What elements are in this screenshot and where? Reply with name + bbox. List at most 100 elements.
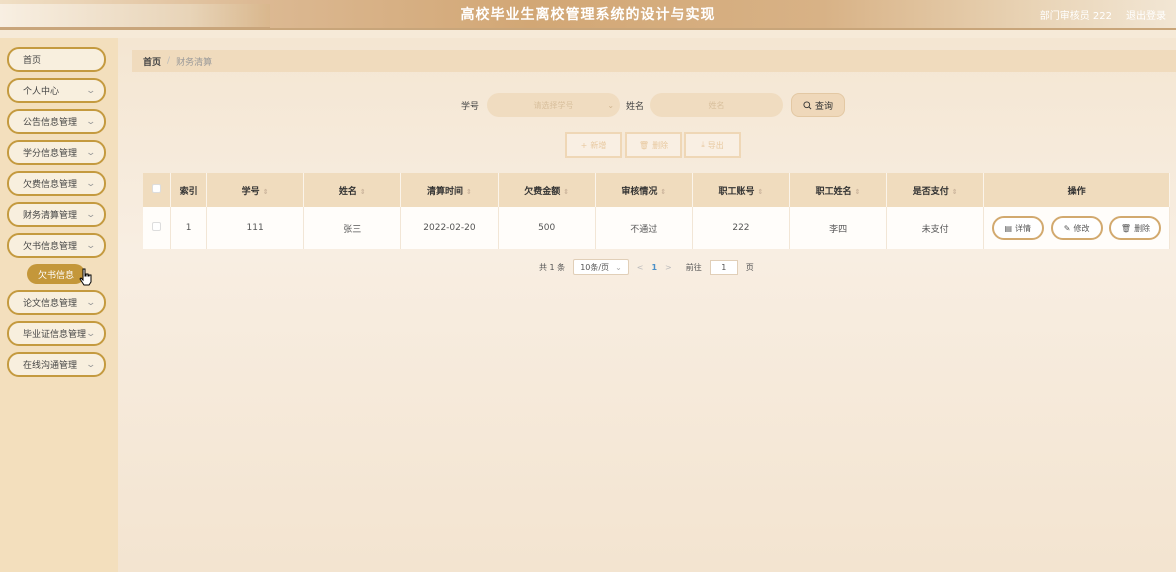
cell-settle-time: 2022-02-20	[400, 207, 499, 249]
cell-student-id: 111	[206, 207, 305, 249]
sidebar-item-label: 学分信息管理	[23, 149, 78, 159]
select-all-checkbox[interactable]	[152, 184, 162, 193]
sidebar-item-label: 公告信息管理	[23, 118, 78, 128]
chevron-down-icon: ⌄	[85, 209, 97, 220]
sidebar-item-label: 论文信息管理	[23, 299, 78, 309]
cell-actions: ▤ 详情 ✎ 修改 🗑 删除	[983, 207, 1170, 249]
sidebar-subitem-label: 欠书信息	[37, 270, 74, 281]
sidebar-item-home[interactable]: 首页	[7, 47, 106, 72]
col-paid[interactable]: 是否支付 ⇕	[886, 173, 985, 207]
breadcrumb-home[interactable]: 首页	[143, 55, 161, 68]
delete-button[interactable]: 🗑 删除	[1109, 216, 1162, 240]
sort-icon: ⇕	[262, 187, 269, 196]
edit-button[interactable]: ✎ 修改	[1050, 216, 1103, 240]
sort-icon: ⇕	[660, 187, 667, 196]
sort-icon: ⇕	[563, 187, 570, 196]
chevron-down-icon: ⌄	[607, 100, 615, 110]
col-staff-account-label: 职工账号	[718, 186, 755, 197]
sidebar-item-label: 欠费信息管理	[23, 180, 78, 190]
logout-link[interactable]: 退出登录	[1126, 7, 1166, 22]
sidebar-item-personal-center[interactable]: 个人中心 ⌄	[7, 78, 106, 103]
sidebar-item-finance[interactable]: 财务清算管理 ⌄	[7, 202, 106, 227]
col-paid-label: 是否支付	[912, 186, 949, 197]
pagination: 共 1 条 10条/页 ⌄ < 1 > 前往 1 页	[539, 259, 754, 275]
plus-icon: +	[580, 140, 588, 150]
next-page-icon[interactable]: >	[665, 263, 672, 272]
query-label: 查询	[815, 101, 834, 112]
sidebar-item-announcement[interactable]: 公告信息管理 ⌄	[7, 109, 106, 134]
sort-icon: ⇕	[466, 187, 472, 196]
detail-button[interactable]: ▤ 详情	[991, 216, 1044, 240]
batch-delete-button[interactable]: 🗑 删除	[625, 132, 682, 158]
cell-amount: 500	[498, 207, 596, 249]
search-icon	[803, 100, 812, 109]
col-amount[interactable]: 欠费金额 ⇕	[498, 173, 596, 207]
sort-icon: ⇕	[359, 187, 366, 196]
pencil-icon: ✎	[1063, 223, 1071, 233]
col-staff-name[interactable]: 职工姓名 ⇕	[789, 173, 888, 207]
col-name-label: 姓名	[338, 186, 357, 197]
page-size-select[interactable]: 10条/页 ⌄	[573, 259, 629, 275]
finance-table: 索引 学号 ⇕ 姓名 ⇕ 清算时间 ⇕ 欠费金额 ⇕ 审核情况 ⇕ 职工账号 ⇕ 职工姓名 ⇕…	[143, 173, 1170, 249]
edit-label: 修改	[1073, 223, 1090, 233]
col-staff-account[interactable]: 职工账号 ⇕	[692, 173, 791, 207]
sidebar-item-label: 财务清算管理	[23, 211, 78, 221]
delete-row-label: 删除	[1134, 223, 1151, 233]
breadcrumb: 首页 / 财务清算	[132, 50, 1176, 72]
cell-index: 1	[170, 207, 208, 249]
select-all-cell	[143, 173, 172, 207]
sidebar-menu: 首页 个人中心 ⌄ 公告信息管理 ⌄ 学分信息管理 ⌄ 欠费信息管理 ⌄ 财务清…	[0, 38, 118, 377]
col-review[interactable]: 审核情况 ⇕	[595, 173, 693, 207]
chevron-down-icon: ⌄	[85, 178, 97, 189]
current-page[interactable]: 1	[651, 263, 657, 272]
hand-cursor-icon	[79, 268, 92, 286]
chevron-down-icon: ⌄	[85, 328, 97, 339]
chevron-down-icon: ⌄	[615, 262, 622, 272]
main-content: 首页 / 财务清算 学号 请选择学号 ⌄ 姓名 姓名 查询 + 新增 🗑 删除 …	[118, 38, 1176, 572]
sidebar-item-thesis[interactable]: 论文信息管理 ⌄	[7, 290, 106, 315]
search-form: 学号 请选择学号 ⌄ 姓名 姓名 查询	[118, 93, 1176, 117]
detail-label: 详情	[1015, 223, 1032, 233]
document-icon: ▤	[1004, 223, 1013, 233]
add-button[interactable]: + 新增	[565, 132, 622, 158]
cell-paid: 未支付	[886, 207, 985, 249]
breadcrumb-current: 财务清算	[176, 57, 213, 68]
col-actions-label: 操作	[1067, 186, 1086, 197]
col-staff-name-label: 职工姓名	[815, 186, 852, 197]
student-id-label: 学号	[461, 101, 480, 112]
cell-name: 张三	[303, 207, 402, 249]
cell-staff-name: 李四	[789, 207, 888, 249]
sidebar-item-arrears[interactable]: 欠费信息管理 ⌄	[7, 171, 106, 196]
col-student-id[interactable]: 学号 ⇕	[206, 173, 305, 207]
download-icon: ⤓	[701, 140, 705, 149]
sidebar-subitem-books-owed-info[interactable]: 欠书信息	[27, 264, 92, 286]
export-label: 导出	[707, 140, 724, 150]
goto-page-input[interactable]: 1	[709, 259, 738, 275]
delete-label: 删除	[652, 140, 669, 150]
sidebar: 首页 个人中心 ⌄ 公告信息管理 ⌄ 学分信息管理 ⌄ 欠费信息管理 ⌄ 财务清…	[0, 38, 118, 572]
top-bar: 高校毕业生离校管理系统的设计与实现 部门审核员 222 退出登录	[0, 0, 1176, 30]
sidebar-item-label: 个人中心	[23, 87, 60, 97]
student-id-select[interactable]: 请选择学号 ⌄	[487, 93, 621, 117]
col-settle-time[interactable]: 清算时间 ⇕	[400, 173, 499, 207]
sidebar-item-label: 在线沟通管理	[23, 361, 78, 371]
page-unit-label: 页	[745, 262, 754, 272]
export-button[interactable]: ⤓ 导出	[684, 132, 741, 158]
col-name[interactable]: 姓名 ⇕	[303, 173, 402, 207]
name-input[interactable]: 姓名	[650, 93, 784, 117]
query-button[interactable]: 查询	[791, 93, 846, 117]
page-size-value: 10条/页	[580, 262, 610, 272]
cell-review: 不通过	[595, 207, 693, 249]
col-settle-time-label: 清算时间	[427, 186, 464, 197]
goto-label: 前往	[685, 262, 702, 272]
sidebar-item-chat[interactable]: 在线沟通管理 ⌄	[7, 352, 106, 377]
trash-icon: 🗑	[638, 140, 650, 150]
current-user: 部门审核员 222	[1039, 11, 1112, 22]
trash-icon: 🗑	[1120, 223, 1132, 233]
sidebar-item-diploma[interactable]: 毕业证信息管理 ⌄	[7, 321, 106, 346]
sidebar-item-credits[interactable]: 学分信息管理 ⌄	[7, 140, 106, 165]
cell-staff-account: 222	[692, 207, 791, 249]
sidebar-item-books-owed[interactable]: 欠书信息管理 ⌄	[7, 233, 106, 258]
row-checkbox[interactable]	[152, 222, 162, 231]
prev-page-icon[interactable]: <	[637, 263, 644, 272]
